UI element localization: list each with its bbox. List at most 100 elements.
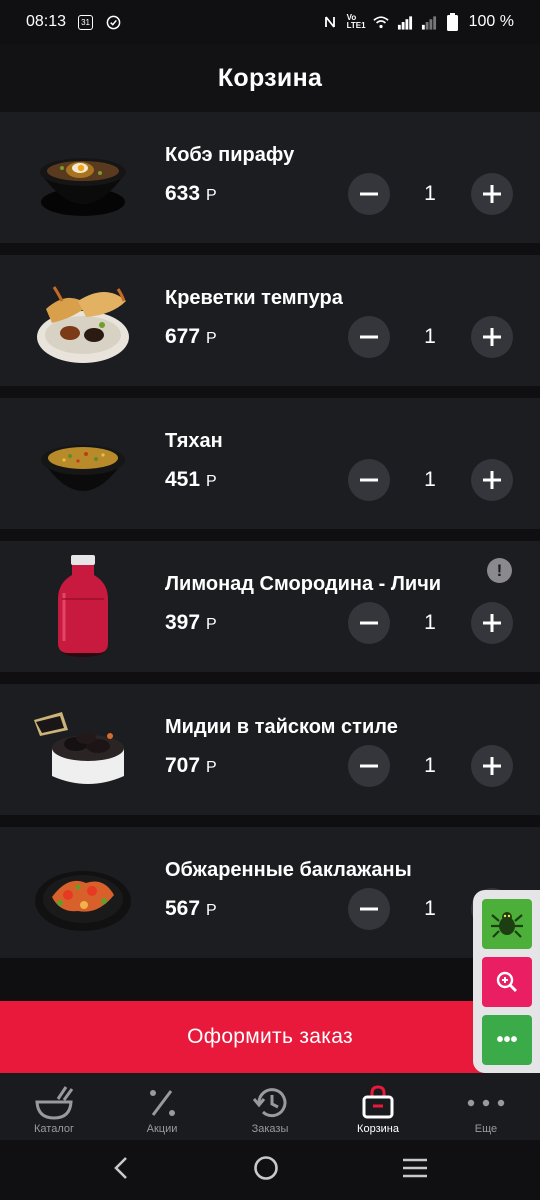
price-value: 451 [165, 468, 201, 491]
decrease-quantity-button[interactable] [348, 459, 390, 501]
home-icon[interactable] [252, 1154, 280, 1187]
checkout-label: Оформить заказ [187, 1025, 353, 1048]
nav-label: Каталог [34, 1123, 74, 1135]
currency-symbol: Р [206, 902, 217, 919]
plus-icon [483, 614, 501, 632]
nav-item-catalog[interactable]: Каталог [0, 1073, 108, 1140]
quantity-value: 1 [424, 897, 436, 920]
increase-quantity-button[interactable] [471, 173, 513, 215]
nav-label: Корзина [357, 1123, 399, 1135]
minus-icon [360, 335, 378, 339]
cart-bag-icon [361, 1083, 395, 1123]
currency-symbol: Р [206, 616, 217, 633]
signal-icon [397, 14, 413, 30]
quantity-value: 1 [424, 754, 436, 777]
price-value: 707 [165, 754, 201, 777]
price-value: 633 [165, 182, 201, 205]
decrease-quantity-button[interactable] [348, 173, 390, 215]
increase-quantity-button[interactable] [471, 316, 513, 358]
checkout-button[interactable]: Оформить заказ [0, 1001, 540, 1073]
increase-quantity-button[interactable] [471, 459, 513, 501]
cart-item[interactable]: ! Лимонад Смородина - Личи 397 Р 1 [0, 541, 540, 672]
zoom-button[interactable] [482, 957, 532, 1007]
product-image [28, 553, 138, 661]
antivirus-spider-button[interactable] [482, 899, 532, 949]
minus-icon [360, 907, 378, 911]
price-value: 397 [165, 611, 201, 634]
product-image [28, 696, 138, 804]
status-right: Vo LTE1 100 % [323, 13, 514, 31]
minus-icon [360, 621, 378, 625]
status-time: 08:13 [26, 13, 67, 30]
plus-icon [483, 757, 501, 775]
product-price: 677 Р [165, 325, 217, 349]
product-image [28, 124, 138, 232]
decrease-quantity-button[interactable] [348, 888, 390, 930]
percent-icon [145, 1083, 179, 1123]
wifi-icon [372, 14, 389, 30]
nav-item-more[interactable]: Еще [432, 1073, 540, 1140]
product-image [28, 410, 138, 518]
plus-icon [483, 328, 501, 346]
recents-icon[interactable] [401, 1157, 429, 1184]
side-more-button[interactable]: ••• [482, 1015, 532, 1065]
increase-quantity-button[interactable] [471, 745, 513, 787]
cart-item[interactable]: Кобэ пирафу 633 Р 1 [0, 112, 540, 243]
volte-label: Vo LTE1 [346, 13, 366, 30]
currency-symbol: Р [206, 330, 217, 347]
nav-label: Акции [146, 1123, 178, 1135]
cart-item[interactable]: Тяхан 451 Р 1 [0, 398, 540, 529]
floating-side-panel: ••• [473, 890, 540, 1073]
signal-weak-icon [421, 14, 437, 30]
product-name: Креветки темпура [165, 287, 343, 309]
bowl-icon [34, 1083, 74, 1123]
product-name: Лимонад Смородина - Личи [165, 573, 442, 595]
product-image [28, 839, 138, 947]
warning-icon[interactable]: ! [487, 558, 512, 583]
app-header: Корзина [0, 44, 540, 112]
check-circle-icon [105, 14, 121, 30]
product-image [28, 267, 138, 375]
calendar-icon: 31 [78, 14, 94, 30]
nav-item-orders[interactable]: Заказы [216, 1073, 324, 1140]
quantity-value: 1 [424, 468, 436, 491]
product-name: Кобэ пирафу [165, 144, 295, 166]
decrease-quantity-button[interactable] [348, 316, 390, 358]
quantity-value: 1 [424, 325, 436, 348]
price-value: 677 [165, 325, 201, 348]
status-bar: 08:13 31 Vo LTE1 100 % [0, 0, 540, 44]
cart-item[interactable]: Обжаренные баклажаны 567 Р 1 [0, 827, 540, 958]
history-icon [251, 1083, 289, 1123]
nav-item-cart[interactable]: Корзина [324, 1073, 432, 1140]
minus-icon [360, 192, 378, 196]
plus-icon [483, 471, 501, 489]
price-value: 567 [165, 897, 201, 920]
product-name: Обжаренные баклажаны [165, 859, 412, 881]
currency-symbol: Р [206, 187, 217, 204]
decrease-quantity-button[interactable] [348, 745, 390, 787]
currency-symbol: Р [206, 473, 217, 490]
cart-item[interactable]: Мидии в тайском стиле 707 Р 1 [0, 684, 540, 815]
system-navigation-bar [0, 1140, 540, 1200]
nav-item-promotions[interactable]: Акции [108, 1073, 216, 1140]
back-icon[interactable] [111, 1155, 131, 1186]
currency-symbol: Р [206, 759, 217, 776]
product-price: 397 Р [165, 611, 217, 635]
nfc-icon [323, 14, 339, 30]
minus-icon [360, 478, 378, 482]
decrease-quantity-button[interactable] [348, 602, 390, 644]
product-name: Тяхан [165, 430, 223, 452]
product-price: 633 Р [165, 182, 217, 206]
nav-label: Заказы [251, 1123, 289, 1135]
nav-label: Еще [474, 1123, 498, 1135]
quantity-value: 1 [424, 611, 436, 634]
zoom-in-icon [496, 971, 517, 992]
bottom-navigation: Каталог Акции Заказы Корзина Еще [0, 1073, 540, 1140]
page-title: Корзина [217, 63, 323, 92]
status-left: 08:13 31 [26, 13, 121, 31]
product-price: 451 Р [165, 468, 217, 492]
cart-item[interactable]: Креветки темпура 677 Р 1 [0, 255, 540, 386]
increase-quantity-button[interactable] [471, 602, 513, 644]
product-price: 707 Р [165, 754, 217, 778]
product-price: 567 Р [165, 897, 217, 921]
